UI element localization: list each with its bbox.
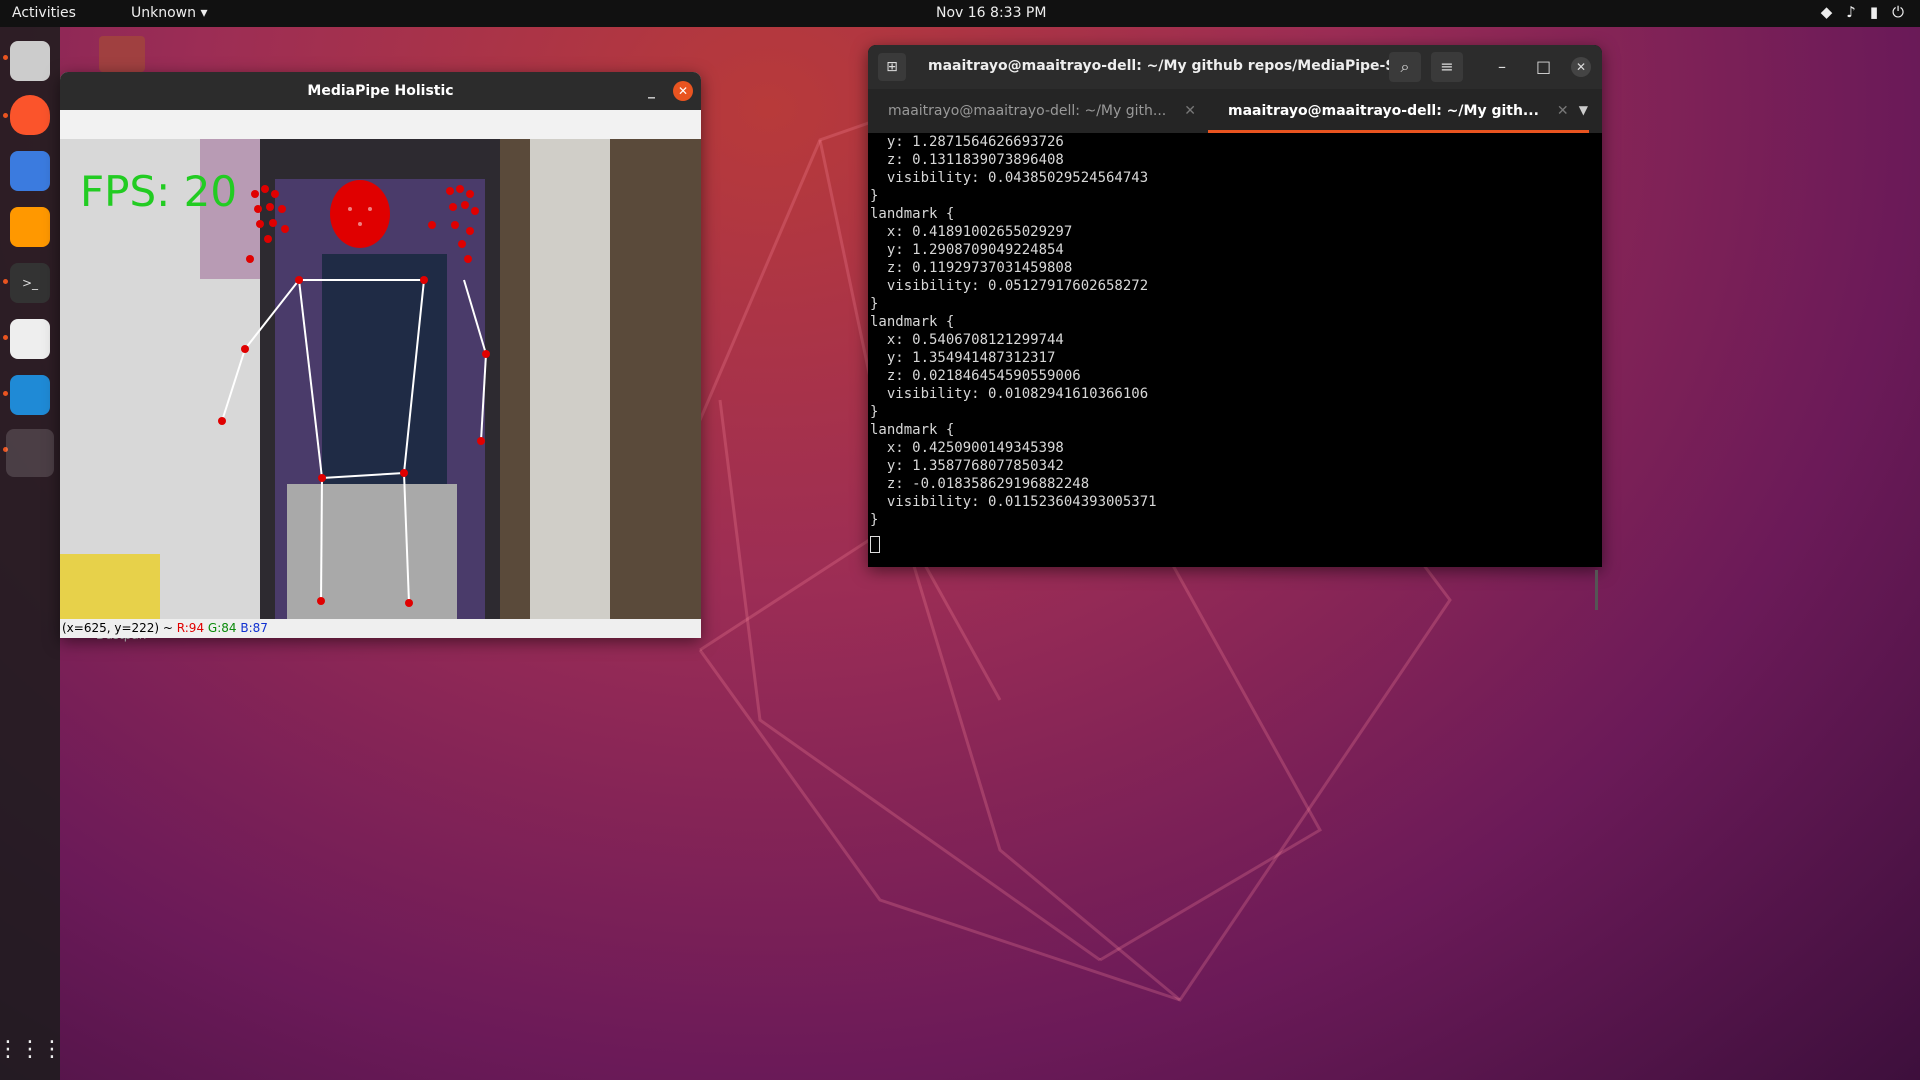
chevron-down-icon: ▾ [200,5,208,21]
activities-button[interactable]: Activities [12,5,76,21]
app-menu[interactable]: Unknown ▾ [131,5,207,21]
close-button[interactable]: ✕ [1571,57,1591,77]
terminal-window: ⊞ maaitrayo@maaitrayo-dell: ~/My github … [868,45,1602,610]
tab-close-icon[interactable]: ✕ [1557,103,1569,119]
running-indicator [3,335,8,340]
running-indicator [3,55,8,60]
tab-label: maaitrayo@maaitrayo-dell: ~/My gith... [888,103,1167,119]
camera-feed[interactable]: FPS: 20 [60,139,701,619]
clock[interactable]: Nov 16 8:33 PM [936,5,1046,21]
search-icon[interactable]: ⌕ [1389,52,1421,82]
minimize-button[interactable]: _ [648,72,655,110]
terminal-line: } [870,404,879,420]
terminal-line: landmark { [870,206,955,222]
terminal-output[interactable]: y: 1.2871564626693726 z: 0.1311839073896… [868,133,1602,567]
terminal-line: y: 1.3587768077850342 [870,458,1064,474]
running-indicator [3,391,8,396]
terminal-line: x: 0.5406708121299744 [870,332,1064,348]
terminal-line: } [870,296,879,312]
screenshot-icon[interactable] [10,151,50,191]
terminal-line: x: 0.41891002655029297 [870,224,1073,240]
files-icon[interactable] [10,41,50,81]
pixel-g: G:84 [207,621,237,635]
top-bar: Activities Unknown ▾ Nov 16 8:33 PM ◆ ♪ … [0,0,1920,27]
terminal-line: visibility: 0.04385029524564743 [870,170,1149,186]
running-indicator [3,279,8,284]
status-bar: (x=625, y=222) ~ R:94 G:84 B:87 [60,619,701,638]
pixel-b: B:87 [240,621,268,635]
tab-label: maaitrayo@maaitrayo-dell: ~/My gith... [1228,103,1539,119]
terminal-cursor [870,535,880,553]
window-toolbar [60,110,701,139]
window-title: MediaPipe Holistic [307,83,454,99]
system-tray[interactable]: ◆ ♪ ▮ ⏻ [1821,3,1904,21]
terminal-line: z: 0.021846454590559006 [870,368,1081,384]
terminal-icon[interactable]: >_ [10,263,50,303]
close-button[interactable]: ✕ [673,81,693,101]
apps-grid-icon[interactable]: ⋮⋮⋮ [0,1029,63,1069]
cursor-coords: (x=625, y=222) ~ [62,621,177,635]
power-icon: ⏻ [1892,3,1904,21]
sublime-icon[interactable] [10,207,50,247]
tab-close-icon[interactable]: ✕ [1184,103,1196,119]
minimize-button[interactable]: – [1498,57,1506,76]
tab-terminal-1[interactable]: maaitrayo@maaitrayo-dell: ~/My gith... ✕ [868,89,1216,133]
battery-icon: ▮ [1869,3,1879,21]
home-folder-icon[interactable] [99,36,145,72]
wifi-icon: ◆ [1820,3,1833,21]
terminal-line: landmark { [870,314,955,330]
tabs-menu-chevron-icon[interactable]: ▼ [1579,103,1588,117]
terminal-line: visibility: 0.011523604393005371 [870,494,1157,510]
terminal-line: z: 0.1311839073896408 [870,152,1064,168]
terminal-title: maaitrayo@maaitrayo-dell: ~/My github re… [928,58,1422,74]
tab-terminal-2[interactable]: maaitrayo@maaitrayo-dell: ~/My gith... ✕ [1208,89,1589,133]
maximize-button[interactable]: □ [1536,57,1551,76]
new-tab-icon[interactable]: ⊞ [878,53,906,81]
window-titlebar[interactable]: MediaPipe Holistic _ ✕ [60,72,701,110]
terminal-scrollbar[interactable] [1595,570,1598,610]
app-menu-label: Unknown [131,5,196,21]
pixel-r: R:94 [176,621,205,635]
terminal-line: } [870,512,879,528]
fps-overlay: FPS: 20 [80,167,238,216]
running-indicator [3,113,8,118]
terminal-line: } [870,188,879,204]
vscode-icon[interactable] [10,375,50,415]
terminal-headerbar[interactable]: ⊞ maaitrayo@maaitrayo-dell: ~/My github … [868,45,1602,89]
window-icon[interactable] [6,429,54,477]
terminal-line: z: -0.018358629196882248 [870,476,1090,492]
mediapipe-window: MediaPipe Holistic _ ✕ FPS: 20 (x=625, y… [60,72,701,638]
terminal-line: z: 0.11929737031459808 [870,260,1073,276]
hamburger-menu-icon[interactable]: ≡ [1431,52,1463,82]
terminal-line: y: 1.2908709049224854 [870,242,1064,258]
terminal-tabs: maaitrayo@maaitrayo-dell: ~/My gith... ✕ … [868,89,1602,133]
volume-icon: ♪ [1846,3,1856,21]
terminal-line: y: 1.354941487312317 [870,350,1056,366]
terminal-line: visibility: 0.05127917602658272 [870,278,1149,294]
terminal-line: visibility: 0.01082941610366106 [870,386,1149,402]
dock: >_ ⋮⋮⋮ [0,27,63,1080]
text-editor-icon[interactable] [10,319,50,359]
terminal-line: x: 0.4250900149345398 [870,440,1064,456]
terminal-line: landmark { [870,422,955,438]
brave-icon[interactable] [10,95,50,135]
terminal-line: y: 1.2871564626693726 [870,134,1064,150]
